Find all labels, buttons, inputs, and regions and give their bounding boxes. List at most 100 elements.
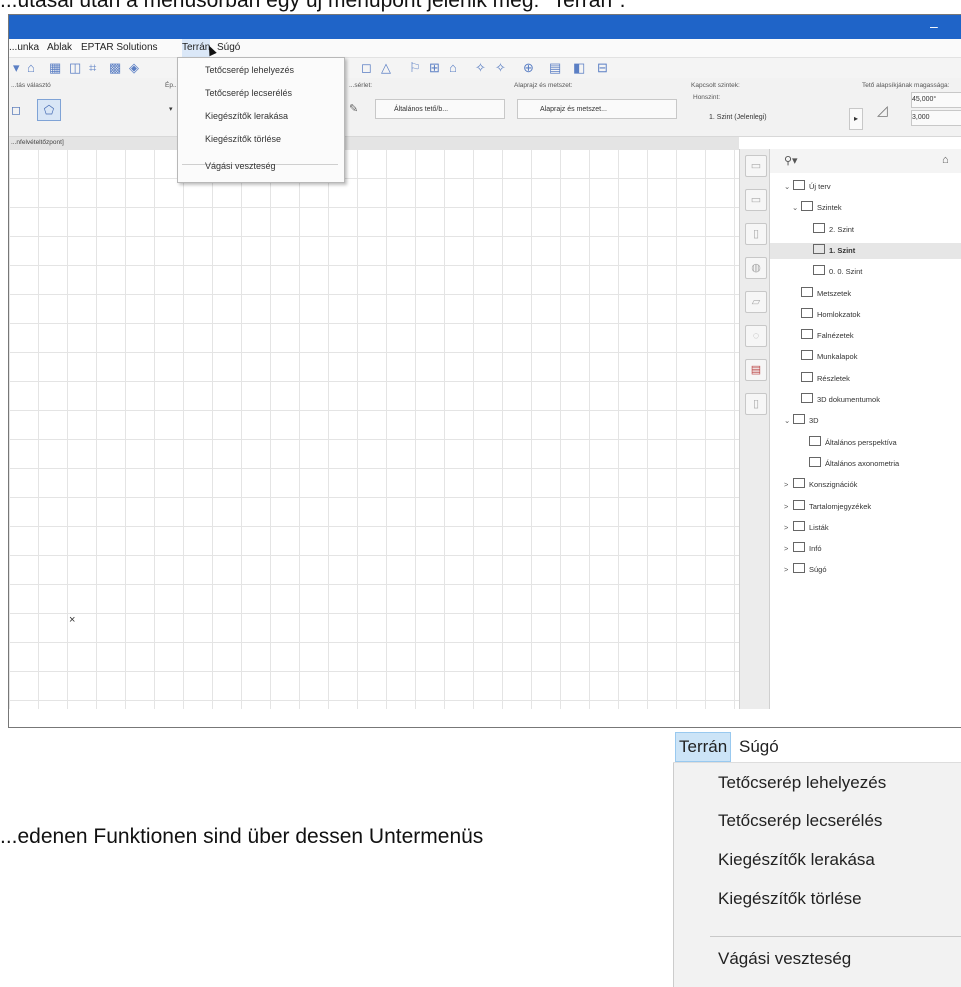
tree-chevron-icon[interactable]: > xyxy=(784,541,793,557)
menu-item-cutting-waste[interactable]: Vágási veszteség xyxy=(205,161,276,171)
menu-sugo[interactable]: Súgó xyxy=(217,39,240,57)
zoom-item-cutting-waste[interactable]: Vágási veszteség xyxy=(718,949,851,969)
navigator-item[interactable]: ⌄ 3D xyxy=(770,413,961,429)
detail-icon[interactable]: ◧ xyxy=(573,60,585,76)
column-icon[interactable]: ⌗ xyxy=(89,60,96,76)
arrow-tool-icon[interactable]: ▾ xyxy=(13,60,20,76)
navigator-item[interactable]: > Infó xyxy=(770,541,961,557)
roof-height-input[interactable]: 3,000 xyxy=(911,110,961,126)
menu-ablak[interactable]: Ablak xyxy=(47,39,72,57)
navigator-item[interactable]: Részletek xyxy=(770,371,961,387)
house-icon[interactable]: ⌂ xyxy=(449,60,457,76)
navigator-item[interactable]: 2. Szint xyxy=(770,222,961,238)
view-tab-bar: ...nfelvételtőzpont] xyxy=(9,137,739,149)
sidebar-tool-7-icon[interactable]: ▤ xyxy=(745,359,767,381)
tree-chevron-icon[interactable]: > xyxy=(784,477,793,493)
flag-icon[interactable]: ⚐ xyxy=(409,60,421,76)
pencil-icon[interactable]: ✎ xyxy=(349,99,369,119)
minimize-button[interactable]: – xyxy=(930,19,944,33)
worksheet-icon[interactable]: ⊟ xyxy=(597,60,608,76)
navigator-item-label: Általános axonometria xyxy=(825,458,900,468)
menu-item-tile-replace[interactable]: Tetőcserép lecserélés xyxy=(205,88,292,98)
stairs-icon[interactable]: ▦ xyxy=(49,60,61,76)
general-roof-field[interactable]: Általános tető/b... xyxy=(375,99,505,119)
zoom-item-accessories-place[interactable]: Kiegészítők lerakása xyxy=(718,850,875,870)
tree-chevron-icon[interactable]: ⌄ xyxy=(792,200,801,216)
zoomed-menu-terran[interactable]: Terrán xyxy=(675,732,732,762)
lock-icon[interactable]: ⌂ xyxy=(27,60,35,76)
sidebar-tool-1-icon[interactable]: ▭ xyxy=(745,155,767,177)
view-tab[interactable]: ...nfelvételtőzpont] xyxy=(11,137,64,149)
zoom-item-accessories-delete[interactable]: Kiegészítők törlése xyxy=(718,889,862,909)
navigator-item-label: Részletek xyxy=(817,373,850,383)
navigator-item-label: 0. 0. Szint xyxy=(829,267,863,277)
menu-item-accessories-delete[interactable]: Kiegészítők törlése xyxy=(205,134,281,144)
navigator-item[interactable]: 0. 0. Szint xyxy=(770,264,961,280)
navigator-item-label: Listák xyxy=(809,522,829,532)
sidebar-tool-3-icon[interactable]: ▯ xyxy=(745,223,767,245)
app-screenshot: – ...unka Ablak EPTAR Solutions Terrán S… xyxy=(8,14,961,728)
rect-select-icon[interactable]: ◻ xyxy=(11,100,33,120)
navigator-mode-icon[interactable]: ⚲▾ xyxy=(784,154,798,167)
navigator-item-label: 3D dokumentumok xyxy=(817,395,880,404)
navigator-item[interactable]: Metszetek xyxy=(770,286,961,302)
tree-node-icon xyxy=(813,222,825,233)
zoomed-menu-inset: Terrán Súgó Tetőcserép lehelyezés Tetőcs… xyxy=(673,730,961,987)
sidebar-tool-8-icon[interactable]: ▯ xyxy=(745,393,767,415)
floorplan-section-field[interactable]: Alaprajz és metszet... xyxy=(517,99,677,119)
tree-node-icon xyxy=(801,371,813,382)
navigator-item[interactable]: ⌄ Új terv xyxy=(770,179,961,195)
tree-chevron-icon[interactable]: > xyxy=(784,499,793,515)
navigator-item[interactable]: Homlokzatok xyxy=(770,307,961,323)
drawing-canvas[interactable]: × xyxy=(9,149,739,709)
navigator-item[interactable]: > Listák xyxy=(770,520,961,536)
navigator-item[interactable]: Falnézetek xyxy=(770,328,961,344)
project-map-icon[interactable]: ⌂ xyxy=(942,154,949,166)
navigator-item[interactable]: > Tartalomjegyzékek xyxy=(770,499,961,515)
zoomed-menu-sugo[interactable]: Súgó xyxy=(739,733,779,761)
tree-chevron-icon[interactable]: > xyxy=(784,562,793,578)
grid-tool-icon[interactable]: ▩ xyxy=(109,60,121,76)
roof-angle-input[interactable]: 45,000° xyxy=(911,92,961,108)
navigator-item[interactable]: Általános perspektíva xyxy=(770,435,961,451)
infobox-label-roof-height: Tető alapsíkjának magassága: xyxy=(862,82,950,89)
menu-item-tile-place[interactable]: Tetőcserép lehelyezés xyxy=(205,65,294,75)
menu-eptar-solutions[interactable]: EPTAR Solutions xyxy=(81,39,158,57)
layer-alt-icon[interactable]: ✧ xyxy=(495,60,506,76)
fill-icon[interactable]: ⊕ xyxy=(523,60,534,76)
sidebar-tool-4-icon[interactable]: ◍ xyxy=(745,257,767,279)
menu-item-accessories-place[interactable]: Kiegészítők lerakása xyxy=(205,111,288,121)
zoom-item-tile-replace[interactable]: Tetőcserép lecserélés xyxy=(718,811,882,831)
polygon-select-icon[interactable]: ⬠ xyxy=(37,99,61,121)
navigator-item-label: Új terv xyxy=(809,182,831,191)
window-icon[interactable]: ◫ xyxy=(69,60,81,76)
story-arrow-button[interactable]: ▸ xyxy=(849,108,863,130)
navigator-item[interactable]: ⌄ Szintek xyxy=(770,200,961,216)
navigator-item[interactable]: 3D dokumentumok xyxy=(770,392,961,408)
copy-icon[interactable]: ◻ xyxy=(361,60,372,76)
navigator-item[interactable]: > Súgó xyxy=(770,562,961,578)
roof-angle-icon: ◿ xyxy=(877,102,888,118)
sidebar-tool-5-icon[interactable]: ▱ xyxy=(745,291,767,313)
tree-node-icon xyxy=(813,265,825,276)
zoom-menu-separator xyxy=(710,936,961,937)
tree-chevron-icon[interactable]: > xyxy=(784,520,793,536)
navigator-item[interactable]: Általános axonometria xyxy=(770,456,961,472)
object-icon[interactable]: ◈ xyxy=(129,60,139,76)
navigator-item[interactable]: 1. Szint xyxy=(770,242,961,259)
navigator-panel: ⚲▾ ⌂ ⌄ Új terv ⌄ Szintek 2. Szint 1. Szint 0. … xyxy=(769,149,961,709)
menu-munka[interactable]: ...unka xyxy=(9,39,39,57)
tree-chevron-icon[interactable]: ⌄ xyxy=(784,179,793,195)
roof-icon[interactable]: △ xyxy=(381,60,391,76)
navigator-item[interactable]: Munkalapok xyxy=(770,349,961,365)
tree-chevron-icon[interactable]: ⌄ xyxy=(784,413,793,429)
sidebar-tool-6-icon[interactable]: ◌ xyxy=(745,325,767,347)
navigator-item-label: Infó xyxy=(809,544,822,554)
zoom-item-tile-place[interactable]: Tetőcserép lehelyezés xyxy=(718,773,886,793)
sidebar-tool-2-icon[interactable]: ▭ xyxy=(745,189,767,211)
elevation-icon[interactable]: ⊞ xyxy=(429,60,440,76)
navigator-item[interactable]: > Konszignációk xyxy=(770,477,961,493)
story-value[interactable]: 1. Szint (Jelenlegi) xyxy=(709,108,789,128)
section-icon[interactable]: ▤ xyxy=(549,60,561,76)
layer-icon[interactable]: ✧ xyxy=(475,60,486,76)
